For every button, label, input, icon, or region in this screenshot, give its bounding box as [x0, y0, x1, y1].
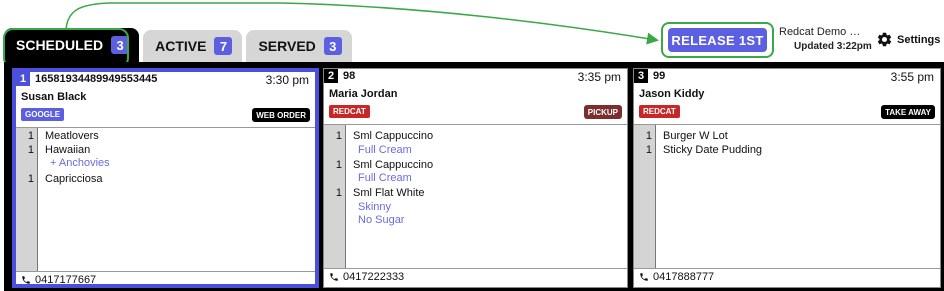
gear-icon [877, 32, 892, 47]
order-card[interactable]: 3 99 3:55 pm Jason Kiddy REDCAT TAKE AWA… [633, 68, 941, 288]
order-card-footer: 0417888777 [634, 268, 940, 285]
customer-phone: 0417222333 [343, 271, 405, 283]
list-item: 1 Hawaiian [27, 144, 91, 156]
list-item-modifier: Full Cream [358, 144, 412, 156]
order-card-footer: 0417177667 [16, 271, 315, 288]
tab-count-badge: 3 [111, 36, 130, 54]
list-item-modifier: Full Cream [358, 172, 412, 184]
phone-icon [22, 276, 30, 284]
order-card[interactable]: 1 16581934489949553445 3:30 pm Susan Bla… [12, 68, 319, 288]
order-items: 1 Sml Cappuccino Full Cream 1 Sml Cappucci… [324, 125, 627, 268]
list-item: 1 Sml Flat White [335, 187, 425, 199]
list-item: 1 Capricciosa [27, 173, 103, 185]
source-badge: REDCAT [639, 105, 680, 118]
order-id: 16581934489949553445 [35, 73, 158, 85]
order-id: 99 [653, 70, 666, 82]
customer-phone: 0417177667 [35, 274, 97, 286]
source-badge: REDCAT [329, 105, 370, 118]
list-item: 1 Sml Cappuccino [335, 130, 434, 142]
order-card-header: 1 16581934489949553445 3:30 pm Susan Bla… [16, 72, 315, 128]
release-highlight-outline: RELEASE 1ST [661, 22, 774, 58]
store-name: Redcat Demo Ca... [779, 26, 865, 38]
order-id: 98 [343, 70, 356, 82]
updated-time: Updated 3:22pm [794, 41, 872, 52]
list-item-modifier: Skinny [358, 201, 392, 213]
list-item: 1 Sml Cappuccino [335, 159, 434, 171]
order-type-badge: TAKE AWAY [881, 105, 935, 119]
order-card-header: 3 99 3:55 pm Jason Kiddy REDCAT TAKE AWA… [634, 69, 940, 125]
release-first-button[interactable]: RELEASE 1ST [668, 28, 767, 52]
order-time: 3:55 pm [890, 70, 934, 84]
list-item: 1 Sticky Date Pudding [645, 144, 763, 156]
customer-name: Maria Jordan [329, 88, 398, 100]
list-item-modifier: + Anchovies [50, 157, 110, 169]
order-time: 3:30 pm [265, 73, 309, 87]
phone-icon [330, 273, 338, 281]
order-index: 2 [324, 69, 338, 83]
tab-count-badge: 3 [323, 37, 342, 55]
order-type-badge: PICKUP [583, 105, 622, 119]
customer-phone: 0417888777 [653, 271, 715, 283]
settings-button[interactable]: Settings [876, 31, 940, 48]
list-item: 1 Burger W Lot [645, 130, 728, 142]
settings-label: Settings [897, 33, 941, 46]
order-index: 3 [634, 69, 648, 83]
tab-count-badge: 7 [214, 37, 233, 55]
order-tabs: SCHEDULED 3 ACTIVE 7 SERVED 3 [4, 28, 356, 62]
tab-scheduled[interactable]: SCHEDULED 3 [4, 28, 140, 62]
order-items: 1 Burger W Lot 1 Sticky Date Pudding [634, 125, 940, 268]
order-items: 1 Meatlovers 1 Hawaiian + Anchovies 1 Capri… [16, 128, 315, 271]
source-badge: GOOGLE [21, 108, 65, 121]
order-time: 3:35 pm [577, 70, 621, 84]
tab-label: SCHEDULED [16, 37, 104, 53]
order-card-footer: 0417222333 [324, 268, 627, 285]
order-index: 1 [16, 72, 30, 86]
order-card[interactable]: 2 98 3:35 pm Maria Jordan REDCAT PICKUP … [323, 68, 628, 288]
list-item: 1 Meatlovers [27, 130, 99, 142]
tab-served[interactable]: SERVED 3 [246, 30, 352, 62]
phone-icon [640, 273, 648, 281]
kitchen-display-screen: SCHEDULED 3 ACTIVE 7 SERVED 3 RELEASE 1S… [0, 0, 944, 291]
list-item-modifier: No Sugar [358, 214, 405, 226]
order-card-header: 2 98 3:35 pm Maria Jordan REDCAT PICKUP [324, 69, 627, 125]
tab-active[interactable]: ACTIVE 7 [143, 30, 243, 62]
tab-label: ACTIVE [155, 38, 207, 54]
tab-label: SERVED [258, 38, 316, 54]
customer-name: Susan Black [21, 91, 87, 103]
order-type-badge: WEB ORDER [252, 108, 310, 122]
customer-name: Jason Kiddy [639, 88, 705, 100]
